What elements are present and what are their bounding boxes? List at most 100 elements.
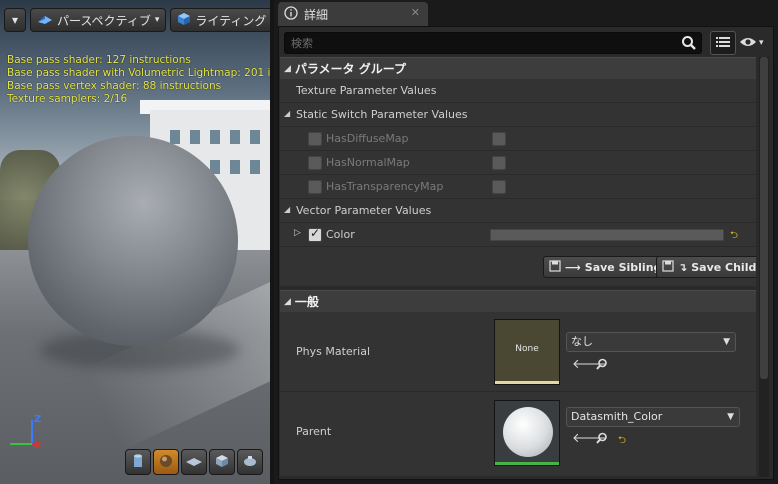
browse-search-icon[interactable] (595, 358, 609, 372)
building-window (230, 160, 240, 174)
save-buttons-row: ⟶ Save Sibling ↴ Save Child (280, 247, 756, 287)
switch-override-checkbox[interactable] (308, 132, 322, 146)
axis-z-label: Z (34, 414, 42, 425)
collapse-triangle-icon: ◢ (284, 205, 291, 214)
switch-label: HasNormalMap (326, 156, 410, 169)
scrollbar-thumb[interactable] (760, 57, 768, 379)
static-switch-label: Static Switch Parameter Values (296, 108, 468, 121)
stat-line: Base pass shader with Volumetric Lightma… (7, 67, 270, 79)
vector-parameter-values-row[interactable]: ◢ Vector Parameter Values (280, 199, 756, 223)
switch-row-transparency: HasTransparencyMap (280, 175, 756, 199)
cylinder-preview-button[interactable] (125, 449, 151, 475)
viewport-options-button[interactable]: ▾ (4, 8, 26, 32)
material-preview-viewport[interactable]: ▾ パースペクティブ ▾ ライティング ▾ Base pass shader: … (0, 0, 270, 484)
property-matrix-button[interactable] (710, 31, 736, 55)
color-swatch[interactable] (490, 229, 724, 241)
building-window (250, 160, 260, 174)
parent-value: Datasmith_Color (571, 410, 663, 423)
color-label: Color (326, 228, 355, 241)
building-window (170, 130, 180, 144)
lighting-button[interactable]: ライティング ▾ (170, 8, 270, 32)
viewport-toolbar: ▾ パースペクティブ ▾ ライティング ▾ (4, 8, 270, 32)
save-sibling-label: Save Sibling (584, 260, 662, 274)
parent-row: Parent Datasmith_Color ▼ 🡐 ⮌ (280, 392, 756, 477)
view-options-button[interactable]: ▾ (739, 32, 771, 54)
save-child-label: Save Child (691, 260, 756, 274)
reset-to-default-icon[interactable]: ⮌ (730, 228, 738, 245)
use-selected-arrow-icon[interactable]: 🡐 (572, 432, 607, 446)
switch-label: HasTransparencyMap (326, 180, 444, 193)
search-icon[interactable] (681, 35, 697, 51)
cube-icon (177, 12, 191, 29)
use-selected-arrow-icon[interactable]: 🡐 (572, 358, 607, 372)
arrow-down-icon: ↴ (678, 260, 688, 274)
category-title: パラメータ グループ (294, 62, 407, 76)
reset-to-default-icon[interactable]: ⮌ (618, 433, 626, 450)
cylinder-icon (130, 453, 146, 472)
search-input[interactable] (285, 33, 675, 53)
building-window (230, 130, 240, 144)
axis-gizmo: Z X (6, 414, 46, 454)
parent-thumbnail[interactable] (494, 400, 560, 466)
sphere-icon (158, 453, 174, 472)
static-switch-row[interactable]: ◢ Static Switch Parameter Values (280, 103, 756, 127)
browse-search-icon[interactable] (595, 432, 609, 446)
building-window (210, 130, 220, 144)
switch-value-checkbox[interactable] (492, 132, 506, 146)
category-parameter-group[interactable]: ◢ パラメータ グループ (280, 57, 756, 79)
cube-icon (214, 453, 230, 472)
save-sibling-button[interactable]: ⟶ Save Sibling (543, 256, 668, 278)
switch-override-checkbox[interactable] (308, 156, 322, 170)
collapse-triangle-icon: ◢ (284, 63, 291, 74)
asset-type-strip (495, 381, 559, 384)
search-box (284, 32, 702, 54)
perspective-button[interactable]: パースペクティブ ▾ (30, 8, 167, 32)
stat-line: Texture samplers: 2/16 (7, 93, 128, 105)
stat-line: Base pass shader: 127 instructions (7, 54, 191, 66)
details-panel: 詳細 ✕ 検索 ▾ ◢ パラメータ グループ Texture Parameter… (274, 0, 778, 484)
switch-override-checkbox[interactable] (308, 180, 322, 194)
arrow-right-icon: ⟶ (565, 260, 581, 274)
search-row: ▾ (284, 31, 770, 55)
details-body: ▾ ◢ パラメータ グループ Texture Parameter Values … (278, 26, 774, 480)
parent-dropdown[interactable]: Datasmith_Color ▼ (566, 407, 740, 427)
shader-stats: Base pass shader: 127 instructions Base … (7, 54, 270, 106)
cube-preview-button[interactable] (209, 449, 235, 475)
chevron-down-icon: ▼ (723, 337, 730, 347)
asset-type-strip (495, 462, 559, 465)
texture-parameter-values-row: Texture Parameter Values (280, 79, 756, 103)
category-general[interactable]: ◢ 一般 (280, 290, 756, 312)
save-child-button[interactable]: ↴ Save Child (656, 256, 756, 278)
save-disk-icon (662, 259, 674, 275)
phys-material-dropdown[interactable]: なし ▼ (566, 332, 736, 352)
list-icon (716, 36, 730, 51)
stat-line: Base pass vertex shader: 88 instructions (7, 80, 222, 92)
thumbnail-none-text: None (515, 344, 539, 354)
category-title: 一般 (294, 295, 319, 309)
chevron-down-icon: ▾ (154, 15, 160, 25)
switch-value-checkbox[interactable] (492, 180, 506, 194)
preview-shape-toolbar (125, 449, 263, 475)
color-override-checkbox[interactable] (308, 226, 322, 242)
tab-details[interactable]: 詳細 ✕ (278, 2, 428, 26)
vector-parameter-values-label: Vector Parameter Values (296, 204, 432, 217)
switch-row-diffuse: HasDiffuseMap (280, 127, 756, 151)
parent-sphere-preview (503, 407, 553, 457)
close-icon[interactable]: ✕ (411, 6, 420, 19)
chevron-down-icon: ▼ (727, 412, 734, 422)
switch-value-checkbox[interactable] (492, 156, 506, 170)
custom-mesh-preview-button[interactable] (237, 449, 263, 475)
sphere-preview-button[interactable] (153, 449, 179, 475)
phys-material-thumbnail[interactable]: None (494, 319, 560, 385)
expand-triangle-icon[interactable]: ▷ (294, 228, 301, 238)
axis-x-label: X (34, 440, 42, 451)
building-window (250, 130, 260, 144)
eye-icon (739, 36, 757, 51)
details-scrollbar[interactable] (759, 57, 769, 477)
chevron-down-icon: ▾ (11, 13, 19, 27)
texture-parameter-values-label: Texture Parameter Values (296, 84, 437, 97)
collapse-triangle-icon: ◢ (284, 296, 291, 307)
plane-preview-button[interactable] (181, 449, 207, 475)
phys-material-value: なし (571, 335, 593, 348)
collapse-triangle-icon: ◢ (284, 109, 291, 118)
